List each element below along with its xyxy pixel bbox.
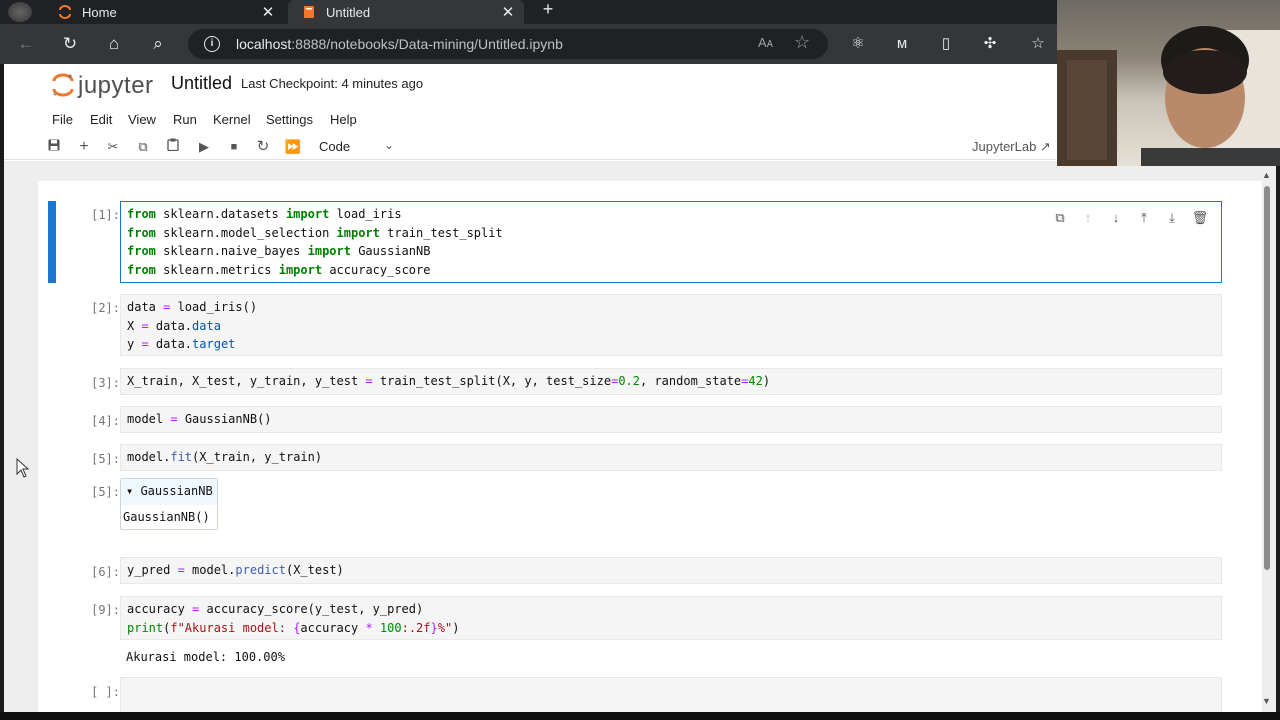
delete-cell-icon[interactable]: 🗑 xyxy=(1189,210,1211,226)
split-screen-icon[interactable]: ▯ xyxy=(934,32,958,56)
url-host: localhost xyxy=(236,36,292,52)
react-extension-icon[interactable]: ⚛ xyxy=(846,32,870,56)
close-icon[interactable]: ✕ xyxy=(498,3,518,21)
tab-untitled[interactable]: Untitled ✕ xyxy=(288,0,524,24)
jupyterlab-link[interactable]: JupyterLab ↗ xyxy=(972,139,1051,155)
insert-below-icon[interactable]: ⤓ xyxy=(1161,210,1183,226)
home-icon[interactable]: ⌂ xyxy=(102,32,126,56)
output-prompt: [5]: xyxy=(91,485,120,499)
code-text[interactable]: data = load_iris() X = data.data y = dat… xyxy=(121,295,1221,357)
restart-icon[interactable]: ↻ xyxy=(254,138,272,156)
malwarebytes-extension-icon[interactable]: ᴍ xyxy=(890,32,914,56)
estimator-widget[interactable]: ▾ GaussianNB GaussianNB() xyxy=(120,478,218,530)
jupyter-logo[interactable]: jupyter xyxy=(52,69,160,103)
execution-prompt: [9]: xyxy=(91,603,120,617)
insert-cell-icon[interactable]: + xyxy=(75,138,93,156)
cell-editor[interactable] xyxy=(120,677,1222,712)
jupyter-favicon-icon xyxy=(58,5,72,19)
favorites-icon[interactable]: ☆ xyxy=(1026,32,1050,56)
menu-kernel[interactable]: Kernel xyxy=(213,112,251,127)
cell-editor[interactable]: y_pred = model.predict(X_test) xyxy=(120,557,1222,584)
url-path: :8888/notebooks/Data-mining/Untitled.ipy… xyxy=(291,36,563,52)
notebook-scrollbar[interactable]: ▲ ▼ xyxy=(1261,170,1272,710)
address-bar[interactable]: i localhost:8888/notebooks/Data-mining/U… xyxy=(188,29,828,59)
extensions-puzzle-icon[interactable]: ✣ xyxy=(978,32,1002,56)
tab-home[interactable]: Home ✕ xyxy=(44,0,284,24)
menu-help[interactable]: Help xyxy=(330,112,357,127)
move-down-icon[interactable]: ↓ xyxy=(1105,210,1127,225)
duplicate-cell-icon[interactable]: ⧉ xyxy=(1049,210,1071,226)
webcam-overlay xyxy=(1057,0,1280,166)
read-aloud-icon[interactable]: Aᴀ xyxy=(758,35,773,50)
bottom-frame xyxy=(0,712,1280,720)
stop-icon[interactable]: ■ xyxy=(225,138,243,156)
notebook-favicon-icon xyxy=(302,5,316,19)
paste-icon[interactable] xyxy=(164,138,182,156)
cell-output: Akurasi model: 100.00% xyxy=(126,650,285,664)
cell-editor[interactable]: accuracy = accuracy_score(y_test, y_pred… xyxy=(120,596,1222,640)
back-arrow-icon[interactable]: ← xyxy=(14,32,38,56)
move-up-icon[interactable]: ↑ xyxy=(1077,210,1099,225)
active-cell-indicator xyxy=(48,201,56,283)
cell-editor[interactable]: model = GaussianNB() xyxy=(120,406,1222,433)
run-icon[interactable]: ▶ xyxy=(195,138,213,156)
last-checkpoint: Last Checkpoint: 4 minutes ago xyxy=(241,76,424,91)
scroll-up-arrow-icon[interactable]: ▲ xyxy=(1262,170,1271,180)
favorite-star-icon[interactable]: ☆ xyxy=(794,32,810,53)
webcam-person-image xyxy=(1057,26,1280,166)
new-tab-button[interactable]: + xyxy=(538,0,558,22)
cell-editor[interactable]: X_train, X_test, y_train, y_test = train… xyxy=(120,368,1222,395)
site-info-icon[interactable]: i xyxy=(204,36,220,52)
insert-above-icon[interactable]: ⤒ xyxy=(1133,210,1155,226)
profile-avatar[interactable] xyxy=(8,2,32,22)
code-text[interactable]: X_train, X_test, y_train, y_test = train… xyxy=(121,369,1221,394)
code-text[interactable]: model.fit(X_train, y_train) xyxy=(121,445,1221,470)
execution-prompt: [3]: xyxy=(91,376,120,390)
save-icon[interactable] xyxy=(45,138,63,156)
menu-file[interactable]: File xyxy=(52,112,73,127)
menu-view[interactable]: View xyxy=(128,112,156,127)
notebook-title[interactable]: Untitled xyxy=(171,73,232,94)
estimator-repr: GaussianNB() xyxy=(123,510,210,524)
notebook-toolbar: + ✂ ⧉ ▶ ■ ↻ ⏩ Code ⌄ JupyterLab ↗ xyxy=(4,134,1056,160)
execution-prompt: [4]: xyxy=(91,414,120,428)
estimator-toggle[interactable]: ▾ GaussianNB xyxy=(121,479,217,505)
execution-prompt: [1]: xyxy=(91,208,120,222)
reload-icon[interactable]: ↻ xyxy=(58,32,82,56)
cell-toolbar: ⧉ ↑ ↓ ⤒ ⤓ 🗑 xyxy=(1043,209,1211,227)
code-text[interactable]: accuracy = accuracy_score(y_test, y_pred… xyxy=(121,597,1221,640)
cell-editor[interactable]: from sklearn.datasets import load_iris f… xyxy=(120,201,1222,283)
url-text[interactable]: localhost:8888/notebooks/Data-mining/Unt… xyxy=(236,36,563,52)
chevron-down-icon[interactable]: ⌄ xyxy=(384,138,394,152)
close-icon[interactable]: ✕ xyxy=(258,3,278,21)
notebook-cells: [1]: from sklearn.datasets import load_i… xyxy=(38,181,1262,712)
jupyter-wordmark: jupyter xyxy=(78,72,154,99)
copy-icon[interactable]: ⧉ xyxy=(134,138,152,156)
tab-label: Home xyxy=(82,4,117,20)
cell-editor[interactable]: data = load_iris() X = data.data y = dat… xyxy=(120,294,1222,356)
code-text[interactable]: y_pred = model.predict(X_test) xyxy=(121,558,1221,583)
execution-prompt: [ ]: xyxy=(91,685,120,699)
menu-run[interactable]: Run xyxy=(173,112,197,127)
cut-icon[interactable]: ✂ xyxy=(104,138,122,156)
execution-prompt: [2]: xyxy=(91,301,120,315)
execution-prompt: [5]: xyxy=(91,452,120,466)
menu-edit[interactable]: Edit xyxy=(90,112,112,127)
scroll-down-arrow-icon[interactable]: ▼ xyxy=(1262,696,1271,706)
cell-editor[interactable]: model.fit(X_train, y_train) xyxy=(120,444,1222,471)
restart-run-all-icon[interactable]: ⏩ xyxy=(284,138,302,156)
scrollbar-thumb[interactable] xyxy=(1264,186,1270,570)
tab-label: Untitled xyxy=(326,4,371,20)
search-icon[interactable]: ⌕ xyxy=(146,32,170,56)
cell-type-select[interactable]: Code xyxy=(319,139,350,154)
menu-settings[interactable]: Settings xyxy=(266,112,313,127)
mouse-cursor-icon xyxy=(16,458,30,478)
jupyter-logo-icon xyxy=(52,73,74,97)
execution-prompt: [6]: xyxy=(91,565,120,579)
code-text[interactable]: model = GaussianNB() xyxy=(121,407,1221,432)
